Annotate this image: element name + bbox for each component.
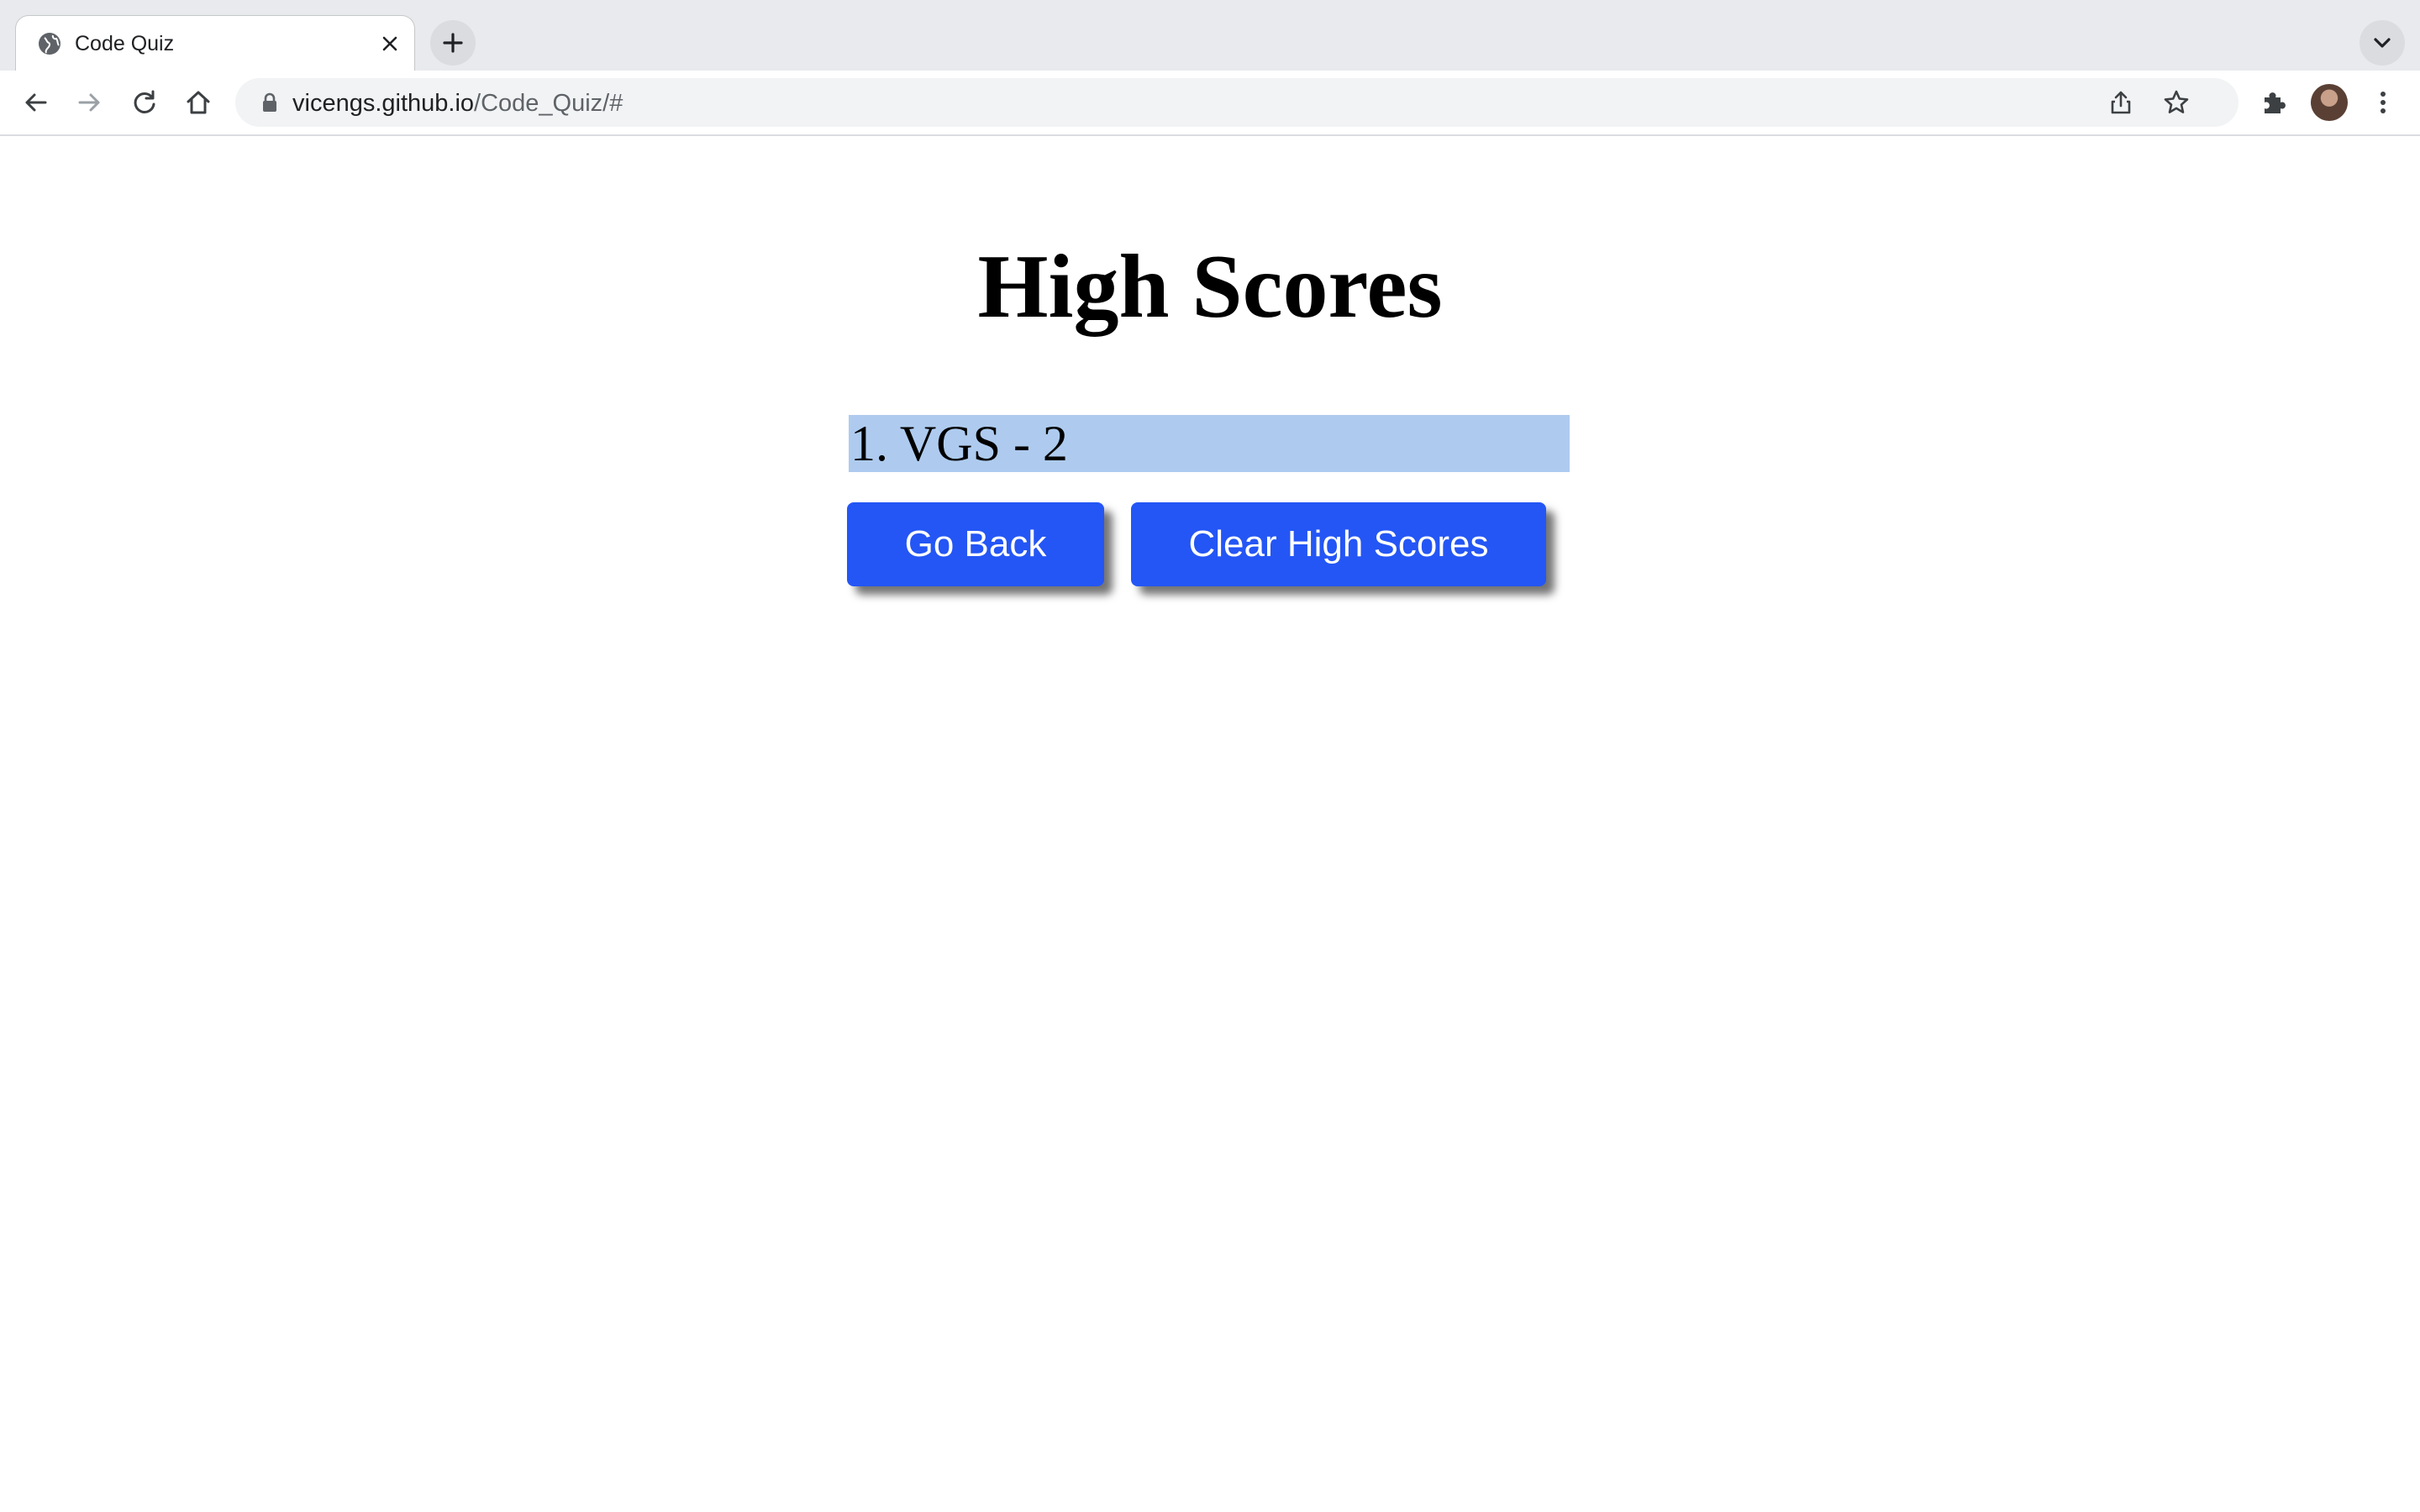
share-icon[interactable] <box>2106 87 2136 118</box>
lock-icon[interactable] <box>260 92 279 113</box>
go-back-button[interactable]: Go Back <box>847 502 1104 586</box>
new-tab-button[interactable] <box>430 20 476 66</box>
url-host: vicengs.github.io <box>292 90 475 117</box>
plus-icon <box>443 33 463 53</box>
reload-icon[interactable] <box>129 87 160 118</box>
arrow-right-icon[interactable] <box>75 87 105 118</box>
puzzle-icon[interactable] <box>2259 87 2289 118</box>
tab-search-button[interactable] <box>2360 20 2405 66</box>
arrow-left-icon[interactable] <box>20 87 50 118</box>
clear-high-scores-button[interactable]: Clear High Scores <box>1131 502 1546 586</box>
globe-icon <box>39 33 60 55</box>
home-icon[interactable] <box>183 87 213 118</box>
url-path: /Code_Quiz/# <box>474 90 623 117</box>
star-icon[interactable] <box>2161 87 2191 118</box>
kebab-menu-icon[interactable] <box>2368 87 2398 118</box>
profile-avatar[interactable] <box>2311 84 2348 121</box>
browser-toolbar: vicengs.github.io/Code_Quiz/# <box>0 71 2420 136</box>
close-icon[interactable] <box>377 31 402 56</box>
chevron-down-icon <box>2374 38 2391 48</box>
tab-title: Code Quiz <box>75 32 175 55</box>
list-item: 1. VGS - 2 <box>849 415 1570 472</box>
browser-tab[interactable]: Code Quiz <box>15 15 415 71</box>
url-text[interactable]: vicengs.github.io/Code_Quiz/# <box>292 89 623 118</box>
browser-tab-strip: Code Quiz <box>0 0 2420 71</box>
page-title: High Scores <box>977 237 1443 337</box>
address-bar[interactable]: vicengs.github.io/Code_Quiz/# <box>235 78 2238 127</box>
high-scores-list: 1. VGS - 2 <box>849 415 1570 472</box>
